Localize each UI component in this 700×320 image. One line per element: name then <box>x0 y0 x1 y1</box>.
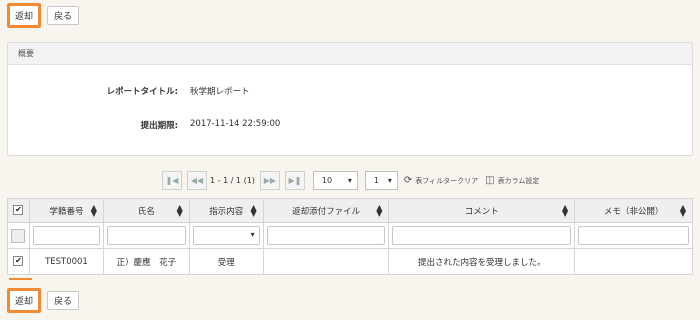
filter-input-student-id[interactable] <box>32 226 100 245</box>
sort-icon: ▲ ▼ <box>250 202 257 218</box>
row-checkbox[interactable]: ✔ <box>13 256 24 267</box>
deadline-value: 2017-11-14 22:59:00 <box>190 119 281 129</box>
page-select[interactable]: 1 ▾ <box>364 171 398 190</box>
column-settings-label: 表カラム設定 <box>497 176 540 185</box>
sort-icon: ▲ ▼ <box>90 202 97 218</box>
select-all-header[interactable]: ✔ <box>7 198 30 223</box>
filter-checkbox-placeholder <box>11 228 26 243</box>
report-title-label: レポートタイトル: <box>106 87 178 97</box>
return-button-bottom[interactable]: 返却 <box>7 288 41 313</box>
table-row[interactable]: ✔ TEST0001 正）慶應 花子 受理 提出された内容を受理しました。 <box>7 248 693 275</box>
deadline-label: 提出期限: <box>140 121 178 131</box>
column-header[interactable]: 返却添付ファイル ▲ ▼ <box>262 198 390 223</box>
sort-icon: ▲ ▼ <box>679 202 686 218</box>
column-header[interactable]: 氏名 ▲ ▼ <box>102 198 190 223</box>
report-title-value: 秋学期レポート <box>190 87 250 97</box>
select-all-checkbox[interactable]: ✔ <box>13 205 24 216</box>
prev-page-icon[interactable]: ◀◀ <box>187 171 207 190</box>
return-button-top[interactable]: 返却 <box>7 3 41 28</box>
columns-icon: ◫ <box>485 175 495 186</box>
sort-icon: ▲ ▼ <box>176 202 183 218</box>
cell-memo <box>574 248 693 275</box>
first-page-icon[interactable]: ❚◀ <box>162 171 182 190</box>
next-page-icon[interactable]: ▶▶ <box>259 171 280 190</box>
cell-attachment <box>262 248 390 275</box>
column-header[interactable]: 学籍番号 ▲ ▼ <box>28 198 104 223</box>
table-header-row: ✔ 学籍番号 ▲ ▼ 氏名 ▲ ▼ 指示内容 ▲ ▼ 返却添付ファイル ▲ ▼ コメント ▲ ▼ メ… <box>7 198 693 223</box>
filter-row <box>7 222 693 249</box>
column-header[interactable]: メモ（非公開） ▲ ▼ <box>574 198 693 223</box>
chevron-down-icon: ▾ <box>387 176 392 185</box>
sort-icon: ▲ ▼ <box>376 202 383 218</box>
page-value: 1 <box>373 176 379 185</box>
filter-clear-label: 表フィルタークリア <box>415 176 479 185</box>
summary-header: 概要 <box>8 43 692 65</box>
pager: ❚◀ ◀◀ 1 - 1 / 1 (1) ▶▶ ▶❚ 10 ▾ 1 ▾ ⟳ 表フィ… <box>162 170 546 191</box>
submissions-table: ✔ 学籍番号 ▲ ▼ 氏名 ▲ ▼ 指示内容 ▲ ▼ 返却添付ファイル ▲ ▼ コメント ▲ ▼ メ… <box>7 198 693 275</box>
cell-instruction: 受理 <box>188 248 264 275</box>
refresh-icon: ⟳ <box>403 175 413 186</box>
column-settings-button[interactable]: ◫ 表カラム設定 <box>485 175 539 186</box>
filter-input-attachment[interactable] <box>266 226 386 245</box>
cell-student-id: TEST0001 <box>28 248 104 275</box>
filter-input-memo[interactable] <box>578 226 689 245</box>
filter-select-instruction[interactable] <box>192 226 260 245</box>
summary-panel: 概要 レポートタイトル: 秋学期レポート 提出期限: 2017-11-14 22… <box>7 42 693 156</box>
back-button-bottom[interactable]: 戻る <box>47 291 79 310</box>
cell-name: 正）慶應 花子 <box>102 248 190 275</box>
sort-icon: ▲ ▼ <box>561 202 569 218</box>
page-range: 1 - 1 / 1 (1) <box>210 176 255 185</box>
column-header[interactable]: コメント ▲ ▼ <box>388 198 576 223</box>
filter-input-comment[interactable] <box>392 226 572 245</box>
page-size-select[interactable]: 10 ▾ <box>312 171 358 190</box>
filter-clear-button[interactable]: ⟳ 表フィルタークリア <box>404 175 478 186</box>
back-button-top[interactable]: 戻る <box>47 6 79 25</box>
last-page-icon[interactable]: ▶❚ <box>284 171 305 190</box>
cell-comment: 提出された内容を受理しました。 <box>388 248 576 275</box>
selection-underline <box>9 278 32 280</box>
chevron-down-icon: ▾ <box>347 176 352 185</box>
filter-input-name[interactable] <box>106 226 186 245</box>
page-size-value: 10 <box>321 176 333 185</box>
column-header[interactable]: 指示内容 ▲ ▼ <box>188 198 264 223</box>
